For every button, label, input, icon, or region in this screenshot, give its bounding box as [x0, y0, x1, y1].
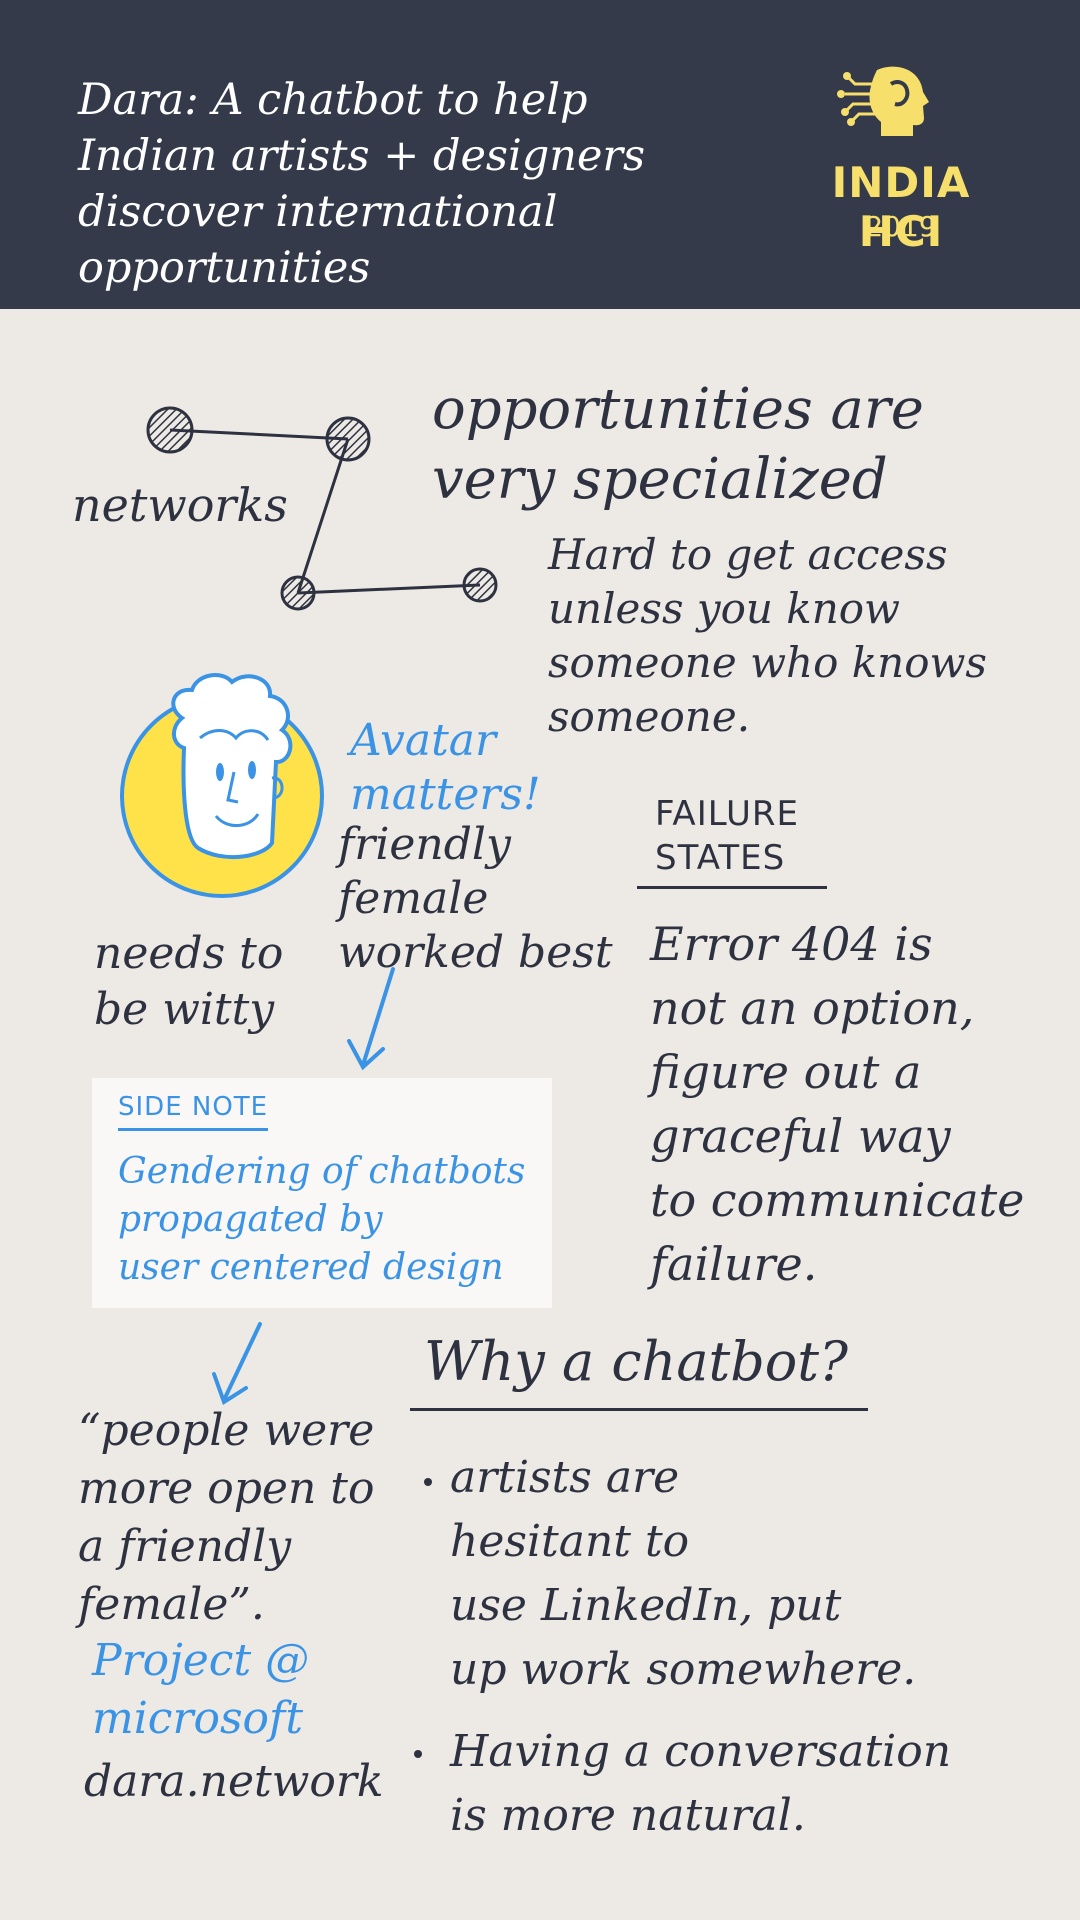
- failure-body-line: figure out a: [650, 1045, 922, 1099]
- avatar-detail-line: female: [338, 873, 489, 924]
- body-line: unless you know: [548, 584, 900, 633]
- quote-line: “people were: [78, 1405, 375, 1456]
- bullet-line: artists are: [450, 1452, 680, 1503]
- avatar-detail: friendly female worked best: [338, 818, 613, 980]
- title-line: Dara: A chatbot to help: [78, 75, 588, 125]
- project-credit: Project @ microsoft: [92, 1632, 309, 1748]
- failure-body-line: not an option,: [650, 981, 975, 1035]
- avatar-note-line: matters!: [350, 769, 541, 820]
- project-line: Project @: [92, 1635, 310, 1686]
- bullet-dot: [424, 1478, 432, 1486]
- failure-title-line: STATES: [655, 838, 786, 878]
- failure-body-line: failure.: [650, 1237, 818, 1291]
- heading-line: opportunities are: [432, 377, 924, 442]
- bullet-dot: [414, 1750, 422, 1758]
- user-quote: “people were more open to a friendly fem…: [78, 1402, 374, 1634]
- quote-line: female”.: [78, 1579, 265, 1630]
- why-bullet-2: Having a conversation is more natural.: [450, 1720, 951, 1848]
- side-note-line: user centered design: [118, 1247, 504, 1288]
- smiling-face-avatar-icon: [120, 673, 324, 898]
- side-note-line: Gendering of chatbots: [118, 1151, 526, 1192]
- witty-line: needs to: [94, 928, 284, 979]
- arrow-down-icon: [347, 967, 395, 1071]
- project-line: microsoft: [92, 1693, 303, 1744]
- avatar-note-line: Avatar: [350, 715, 497, 766]
- arrow-down-icon: [212, 1322, 262, 1406]
- body-line: someone.: [548, 692, 751, 741]
- failure-body-line: graceful way: [650, 1109, 951, 1163]
- failure-states-body: Error 404 is not an option, figure out a…: [650, 912, 1024, 1296]
- body-line: someone who knows: [548, 638, 987, 687]
- failure-body-line: Error 404 is: [650, 917, 933, 971]
- side-note-line: propagated by: [118, 1199, 383, 1240]
- side-note-body: Gendering of chatbots propagated by user…: [118, 1148, 538, 1292]
- networks-body: Hard to get access unless you know someo…: [548, 528, 987, 744]
- failure-states-title: FAILURE STATES: [655, 792, 799, 880]
- body-line: Hard to get access: [548, 530, 948, 579]
- header-banner: Dara: A chatbot to help Indian artists +…: [0, 0, 1080, 309]
- witty-line: be witty: [94, 984, 275, 1035]
- ai-head-circuit-icon: [837, 66, 929, 136]
- bullet-line: Having a conversation: [450, 1726, 952, 1777]
- title-line: Indian artists + designers: [78, 131, 646, 181]
- quote-line: a friendly: [78, 1521, 292, 1572]
- why-title-underline: [410, 1408, 868, 1411]
- page-title: Dara: A chatbot to help Indian artists +…: [78, 72, 778, 296]
- witty-note: needs to be witty: [94, 926, 283, 1038]
- failure-title-line: FAILURE: [655, 794, 799, 834]
- project-url: dara.network: [84, 1756, 384, 1807]
- networks-heading: opportunities are very specialized: [432, 375, 924, 515]
- heading-line: very specialized: [432, 447, 888, 512]
- avatar-detail-line: friendly: [338, 819, 511, 870]
- failure-body-line: to communicate: [650, 1173, 1025, 1227]
- side-note-title: SIDE NOTE: [118, 1092, 269, 1131]
- bullet-line: use LinkedIn, put: [450, 1580, 842, 1631]
- logo-year: 2019: [865, 210, 937, 243]
- avatar-note: Avatar matters!: [350, 714, 541, 822]
- bullet-line: is more natural.: [450, 1790, 806, 1841]
- bullet-line: hesitant to: [450, 1516, 690, 1567]
- failure-title-underline: [637, 886, 827, 889]
- bullet-line: up work somewhere.: [450, 1644, 917, 1695]
- why-bullet-1: artists are hesitant to use LinkedIn, pu…: [450, 1446, 916, 1702]
- title-line: discover international opportunities: [78, 187, 558, 293]
- quote-line: more open to: [78, 1463, 375, 1514]
- why-chatbot-title: Why a chatbot?: [424, 1330, 848, 1393]
- side-note-card: SIDE NOTE Gendering of chatbots propagat…: [92, 1078, 552, 1308]
- networks-label: networks: [72, 478, 288, 532]
